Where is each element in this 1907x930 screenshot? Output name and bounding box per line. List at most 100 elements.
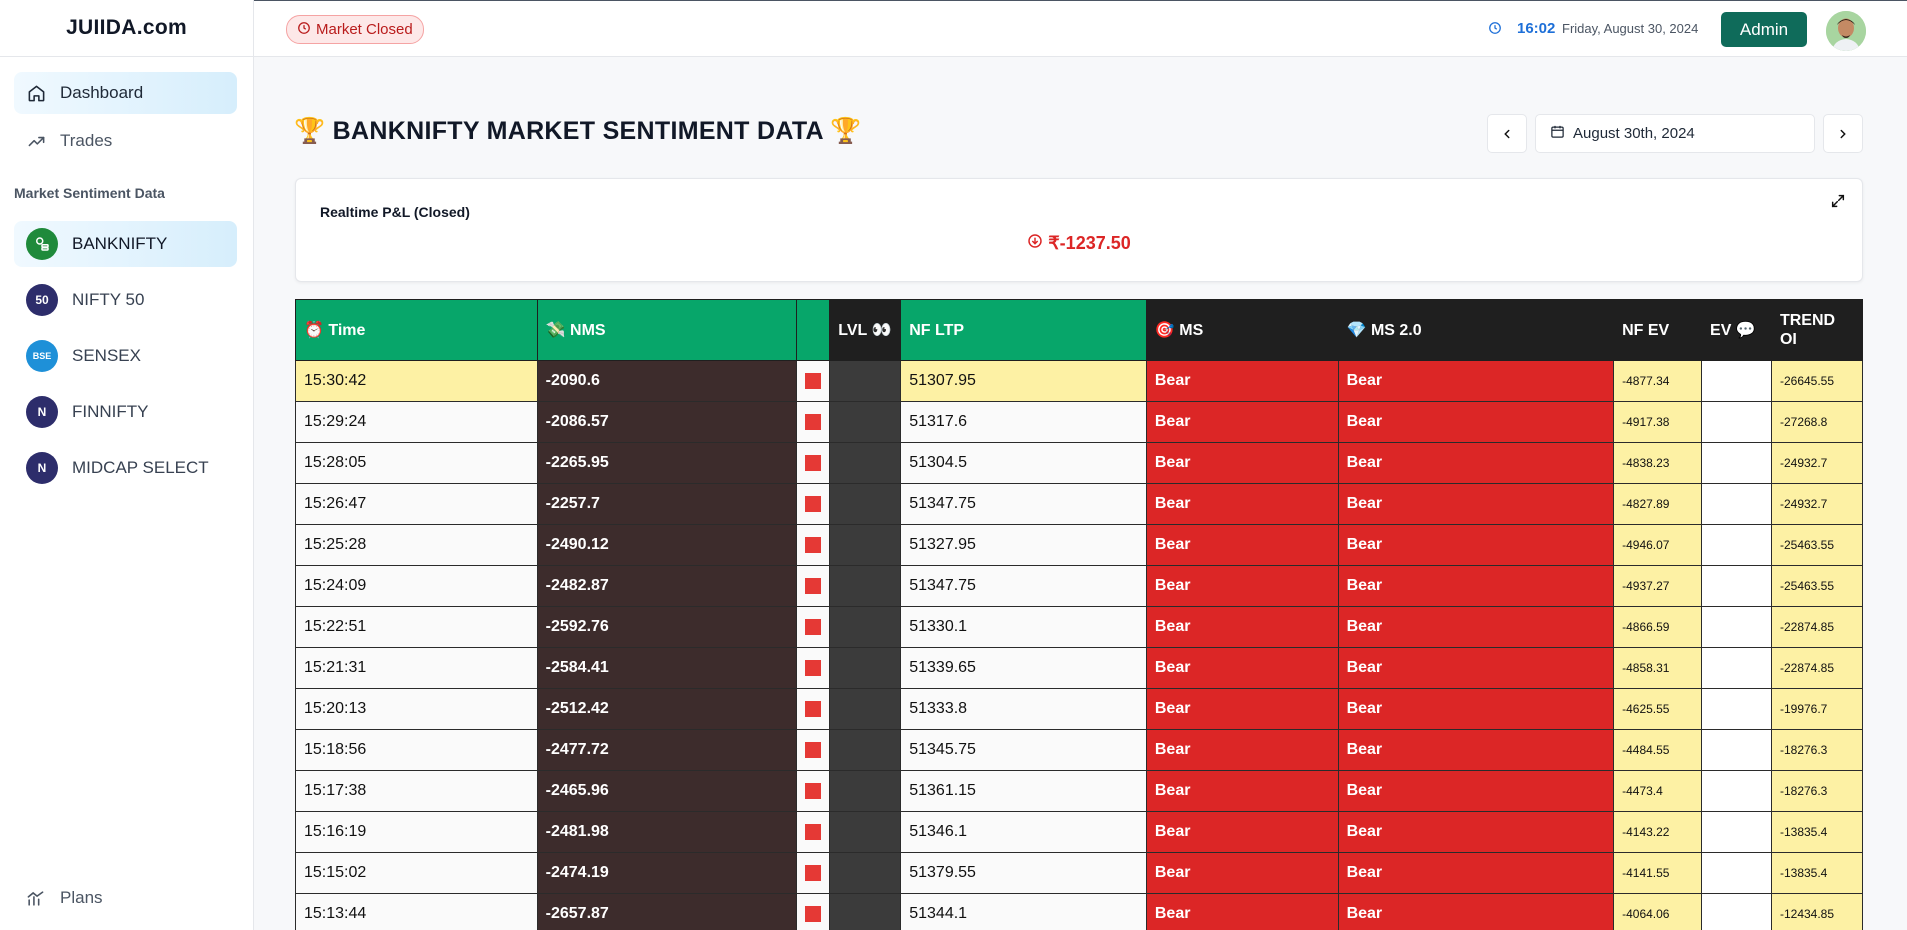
nav-dashboard[interactable]: Dashboard [14,72,237,114]
col-header-time[interactable]: ⏰ Time [295,299,538,361]
table-row[interactable]: 15:26:47 -2257.7 51347.75 Bear Bear -4827.89-… [295,483,1864,525]
sidebar-item-nifty-50[interactable]: 50 NIFTY 50 [14,277,237,323]
avatar[interactable] [1826,11,1866,51]
index-logo-icon: 50 [26,284,58,316]
table-row[interactable]: 15:25:28 -2490.12 51327.95 Bear Bear -4946.07… [295,524,1864,566]
cell-trend-oi: -25463.55 [1770,565,1864,607]
table-header-row: ⏰ Time 💸 NMS LVL 👀 NF LTP 🎯 MS 💎 MS 2.0 … [295,299,1864,361]
next-date-button[interactable] [1823,114,1863,153]
sidebar-item-finnifty[interactable]: N FINNIFTY [14,389,237,435]
cell-lvl [829,647,902,689]
cell-ms: Bear [1145,770,1339,812]
cell-time: 15:15:02 [295,852,538,894]
cell-signal [796,852,831,894]
admin-button[interactable]: Admin [1721,12,1807,47]
cell-nf-ev: -4827.89 [1613,483,1703,525]
sidebar: JUIIDA.com Dashboard Trades Market Senti… [0,0,254,930]
trending-up-icon [26,131,46,151]
nav-trades[interactable]: Trades [14,120,237,162]
nav-plans[interactable]: Plans [14,878,103,918]
signal-marker [805,823,822,840]
col-header-ms[interactable]: 🎯 MS [1145,299,1339,361]
col-header-nf-ltp[interactable]: NF LTP [900,299,1147,361]
table-row[interactable]: 15:13:44 -2657.87 51344.1 Bear Bear -4064.06-… [295,893,1864,930]
cell-nms: -2265.95 [536,442,798,484]
cell-ms2: Bear [1337,852,1615,894]
cell-nms: -2490.12 [536,524,798,566]
cell-signal [796,688,831,730]
cell-lvl [829,893,902,930]
col-header-ms2[interactable]: 💎 MS 2.0 [1337,299,1615,361]
cell-time: 15:26:47 [295,483,538,525]
table-row[interactable]: 15:17:38 -2465.96 51361.15 Bear Bear -4473.4-… [295,770,1864,812]
app: JUIIDA.com Dashboard Trades Market Senti… [0,0,1907,930]
cell-time: 15:22:51 [295,606,538,648]
cell-ev [1701,524,1772,566]
signal-marker [805,659,822,676]
cell-signal [796,729,831,771]
cell-trend-oi: -25463.55 [1770,524,1864,566]
col-header-trend-oi[interactable]: TREND OI [1770,299,1864,361]
cell-nf-ev: -4141.55 [1613,852,1703,894]
cell-trend-oi: -22874.85 [1770,647,1864,689]
expand-icon[interactable] [1830,193,1846,214]
table-row[interactable]: 15:16:19 -2481.98 51346.1 Bear Bear -4143.22-… [295,811,1864,853]
table-body: 15:30:42 -2090.6 51307.95 Bear Bear -4877.34-… [295,360,1864,930]
col-header-lvl[interactable]: LVL 👀 [829,299,902,361]
cell-nms: -2482.87 [536,565,798,607]
cell-nf-ltp: 51347.75 [900,483,1147,525]
signal-marker [805,741,822,758]
previous-date-button[interactable] [1487,114,1527,153]
table-row[interactable]: 15:20:13 -2512.42 51333.8 Bear Bear -4625.55-… [295,688,1864,730]
topbar: Market Closed 16:02 Friday, August 30, 2… [254,0,1907,57]
cell-nf-ltp: 51304.5 [900,442,1147,484]
col-header-nf-ev[interactable]: NF EV [1613,299,1703,361]
cell-nf-ltp: 51344.1 [900,893,1147,930]
cell-ev [1701,688,1772,730]
page-title: 🏆 BANKNIFTY MARKET SENTIMENT DATA 🏆 [294,117,862,145]
nav-trades-label: Trades [60,131,113,150]
table-row[interactable]: 15:30:42 -2090.6 51307.95 Bear Bear -4877.34-… [295,360,1864,402]
cell-nf-ltp: 51317.6 [900,401,1147,443]
date-picker[interactable]: August 30th, 2024 [1535,114,1815,153]
cell-signal [796,606,831,648]
arrow-down-circle-icon [1027,233,1043,254]
cell-nms: -2090.6 [536,360,798,402]
table-row[interactable]: 15:18:56 -2477.72 51345.75 Bear Bear -4484.55… [295,729,1864,771]
table-row[interactable]: 15:15:02 -2474.19 51379.55 Bear Bear -4141.55… [295,852,1864,894]
cell-nf-ev: -4143.22 [1613,811,1703,853]
table-row[interactable]: 15:29:24 -2086.57 51317.6 Bear Bear -4917.38-… [295,401,1864,443]
cell-ms2: Bear [1337,442,1615,484]
brand-logo[interactable]: JUIIDA.com [0,0,253,57]
cell-nf-ev: -4484.55 [1613,729,1703,771]
cell-trend-oi: -27268.8 [1770,401,1864,443]
cell-nf-ltp: 51327.95 [900,524,1147,566]
cell-ms2: Bear [1337,360,1615,402]
table-row[interactable]: 15:24:09 -2482.87 51347.75 Bear Bear -4937.27… [295,565,1864,607]
cell-ms: Bear [1145,647,1339,689]
sidebar-item-banknifty[interactable]: BANKNIFTY [14,221,237,267]
cell-time: 15:18:56 [295,729,538,771]
cell-ev [1701,606,1772,648]
calendar-icon [1550,124,1565,143]
cell-nf-ltp: 51345.75 [900,729,1147,771]
cell-time: 15:20:13 [295,688,538,730]
cell-ms2: Bear [1337,606,1615,648]
sidebar-item-label: FINNIFTY [72,402,149,421]
col-header-ev[interactable]: EV 💬 [1701,299,1772,361]
market-status-badge: Market Closed [286,15,424,44]
sidebar-item-sensex[interactable]: BSE SENSEX [14,333,237,379]
col-header-nms[interactable]: 💸 NMS [536,299,798,361]
cell-time: 15:13:44 [295,893,538,930]
cell-ms2: Bear [1337,729,1615,771]
cell-ev [1701,770,1772,812]
table-row[interactable]: 15:22:51 -2592.76 51330.1 Bear Bear -4866.59-… [295,606,1864,648]
clock-icon [297,21,311,39]
cell-lvl [829,442,902,484]
table-row[interactable]: 15:21:31 -2584.41 51339.65 Bear Bear -4858.31… [295,647,1864,689]
sidebar-item-midcap-select[interactable]: N MIDCAP SELECT [14,445,237,491]
cell-nf-ltp: 51333.8 [900,688,1147,730]
cell-ms: Bear [1145,565,1339,607]
table-row[interactable]: 15:28:05 -2265.95 51304.5 Bear Bear -4838.23-… [295,442,1864,484]
cell-nf-ev: -4858.31 [1613,647,1703,689]
